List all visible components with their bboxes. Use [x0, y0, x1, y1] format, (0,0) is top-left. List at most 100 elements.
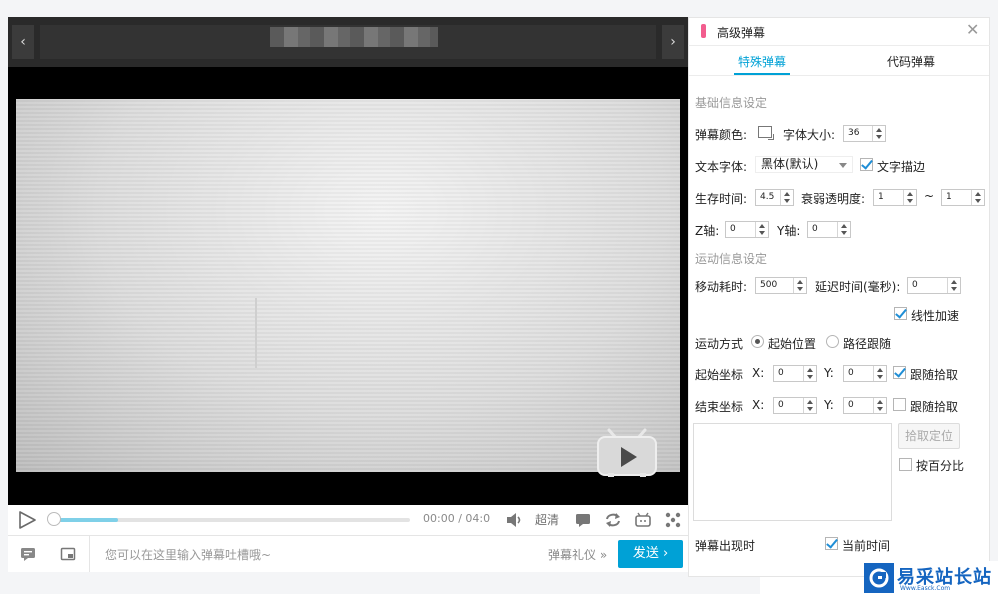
pick-position-button[interactable]: 拾取定位 [898, 423, 960, 449]
panel-accent-mark [701, 24, 706, 38]
fade-from-value: 1 [878, 192, 884, 202]
fade-opacity-label: 衰弱透明度: [801, 192, 866, 206]
end-y-label: Y: [824, 398, 834, 412]
end-x-label: X: [752, 398, 765, 412]
fade-separator: ~ [924, 189, 935, 203]
start-coord-label: 起始坐标 [695, 368, 744, 382]
font-size-value: 36 [848, 128, 860, 138]
current-time-label: 当前时间 [842, 539, 891, 553]
progress-handle[interactable] [47, 512, 61, 526]
move-duration-value: 500 [760, 280, 778, 290]
delay-stepper[interactable]: 0 [907, 277, 961, 294]
danmaku-text-area[interactable] [693, 423, 892, 521]
motion-mode-label: 运动方式 [695, 337, 744, 351]
end-y-stepper[interactable]: 0 [843, 397, 887, 414]
time-separator: / [458, 512, 462, 525]
motion-settings-heading: 运动信息设定 [695, 252, 768, 266]
advanced-danmaku-icon[interactable] [60, 546, 76, 562]
linear-accel-checkbox[interactable] [894, 307, 907, 320]
start-follow-label: 跟随拾取 [910, 368, 959, 382]
lifetime-value: 4.5 [760, 192, 775, 202]
tv-mode-icon[interactable] [634, 511, 652, 529]
time-current: 00:00 [423, 512, 455, 525]
lifetime-stepper[interactable]: 4.5 [755, 189, 794, 206]
start-position-label: 起始位置 [768, 337, 817, 351]
start-x-label: X: [752, 366, 765, 380]
panel-title: 高级弹幕 [717, 26, 766, 40]
start-y-value: 0 [848, 368, 854, 378]
divider [89, 536, 90, 572]
play-icon[interactable] [18, 511, 38, 529]
quality-selector[interactable]: 超清 [535, 511, 559, 528]
stroke-checkbox[interactable] [860, 158, 873, 171]
z-axis-label: Z轴: [695, 224, 720, 238]
end-coord-label: 结束坐标 [695, 400, 744, 414]
path-follow-label: 路径跟随 [843, 337, 892, 351]
loop-icon[interactable] [604, 511, 622, 529]
font-size-label: 字体大小: [783, 128, 836, 142]
stroke-label: 文字描边 [877, 160, 926, 174]
chevron-right-icon: › [662, 546, 669, 561]
y-rotation-value: 0 [812, 224, 818, 234]
start-x-stepper[interactable]: 0 [773, 365, 817, 382]
tv-play-icon[interactable] [596, 428, 658, 478]
tabs-divider [689, 75, 989, 76]
end-follow-checkbox[interactable] [893, 398, 906, 411]
tab-code-danmaku[interactable]: 代码弹幕 [887, 53, 935, 70]
color-label: 弹幕颜色: [695, 128, 748, 142]
start-position-radio[interactable] [751, 335, 764, 348]
chevron-down-icon [839, 163, 847, 168]
start-y-stepper[interactable]: 0 [843, 365, 887, 382]
start-x-value: 0 [778, 368, 784, 378]
danmaku-etiquette-label: 弹幕礼仪 [548, 548, 597, 562]
percent-checkbox[interactable] [899, 458, 912, 471]
font-family-label: 文本字体: [695, 160, 748, 174]
blurred-video-title [270, 27, 438, 47]
move-duration-label: 移动耗时: [695, 280, 748, 294]
y-rotation-stepper[interactable]: 0 [807, 221, 851, 238]
danmaku-input[interactable]: 您可以在这里输入弹幕吐槽哦~ [105, 546, 271, 563]
video-screen[interactable] [16, 99, 680, 472]
danmaku-etiquette-link[interactable]: 弹幕礼仪 » [548, 546, 607, 563]
start-y-label: Y: [824, 366, 834, 380]
move-duration-stepper[interactable]: 500 [755, 277, 807, 294]
close-icon[interactable]: ✕ [966, 20, 979, 39]
next-video-button[interactable]: › [662, 25, 684, 59]
delay-value: 0 [912, 280, 918, 290]
time-total: 04:0 [465, 512, 491, 525]
fade-from-stepper[interactable]: 1 [873, 189, 917, 206]
fade-to-value: 1 [946, 192, 952, 202]
send-label: 发送 [632, 546, 659, 561]
prev-video-button[interactable]: ‹ [12, 25, 34, 59]
danmaku-toggle-icon[interactable] [574, 511, 592, 529]
current-time-checkbox[interactable] [825, 537, 838, 550]
tab-special-danmaku[interactable]: 特殊弹幕 [738, 53, 786, 70]
video-artifact [255, 298, 257, 368]
z-axis-value: 0 [730, 224, 736, 234]
end-follow-label: 跟随拾取 [910, 400, 959, 414]
font-family-select[interactable]: 黑体(默认) [755, 156, 853, 173]
start-follow-checkbox[interactable] [893, 366, 906, 379]
font-size-stepper[interactable]: 36 [843, 125, 886, 142]
delay-label: 延迟时间(毫秒): [815, 280, 901, 294]
fullscreen-icon[interactable] [664, 511, 682, 529]
end-y-value: 0 [848, 400, 854, 410]
chevron-right-icon: › [670, 34, 676, 50]
basic-settings-heading: 基础信息设定 [695, 96, 768, 110]
danmaku-style-icon[interactable] [20, 546, 36, 562]
percent-label: 按百分比 [916, 459, 965, 473]
lifetime-label: 生存时间: [695, 192, 748, 206]
appear-time-label: 弹幕出现时 [695, 539, 756, 553]
color-picker[interactable] [758, 126, 774, 140]
chevron-left-icon: ‹ [20, 34, 26, 50]
z-axis-stepper[interactable]: 0 [725, 221, 769, 238]
send-button[interactable]: 发送 › [618, 540, 683, 568]
watermark-subtext: Www.Easck.Com [900, 585, 951, 592]
fade-to-stepper[interactable]: 1 [941, 189, 985, 206]
linear-accel-label: 线性加速 [911, 309, 960, 323]
volume-icon[interactable] [505, 511, 523, 529]
font-family-value: 黑体(默认) [761, 157, 819, 171]
path-follow-radio[interactable] [826, 335, 839, 348]
end-x-stepper[interactable]: 0 [773, 397, 817, 414]
y-rotation-label: Y轴: [777, 224, 801, 238]
